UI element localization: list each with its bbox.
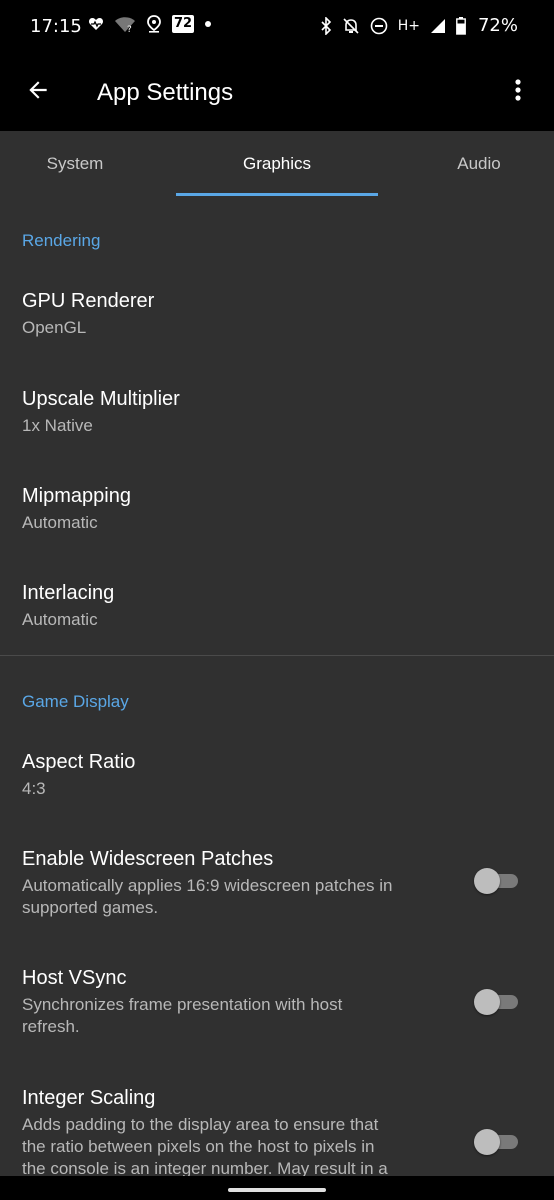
pref-summary-line: supported games. — [22, 898, 159, 917]
system-nav-bar — [0, 1176, 554, 1200]
status-time: 17:15 — [30, 16, 82, 37]
signal-icon — [430, 18, 446, 34]
pref-aspect-ratio[interactable]: Aspect Ratio 4:3 — [0, 727, 554, 825]
bell-off-icon — [342, 17, 360, 35]
pref-summary-line: Adds padding to the display area to ensu… — [22, 1115, 379, 1134]
pref-widescreen-patches[interactable]: Enable Widescreen Patches Automatically … — [0, 825, 554, 945]
pref-summary: OpenGL — [22, 318, 87, 337]
pref-summary: Automatic — [22, 513, 98, 532]
toggle-thumb — [474, 989, 500, 1015]
back-button[interactable] — [16, 70, 60, 114]
pref-integer-scaling[interactable]: Integer Scaling Adds padding to the disp… — [0, 1065, 554, 1178]
pref-summary: 4:3 — [22, 779, 46, 798]
heart-monitor-icon — [88, 16, 104, 32]
pref-title: Upscale Multiplier — [22, 388, 180, 410]
wifi-question-icon: ? — [114, 15, 136, 33]
pref-title: Integer Scaling — [22, 1087, 156, 1109]
status-left-icons: ? 72 — [88, 15, 212, 33]
tab-bar: System Graphics Audio — [0, 131, 554, 196]
toggle-thumb — [474, 1129, 500, 1155]
pref-title: Interlacing — [22, 582, 115, 604]
pref-mipmapping[interactable]: Mipmapping Automatic — [0, 462, 554, 560]
tab-graphics[interactable]: Graphics — [176, 131, 378, 196]
pref-title: GPU Renderer — [22, 290, 155, 312]
pref-summary-line: Synchronizes frame presentation with hos… — [22, 995, 343, 1014]
section-header-rendering: Rendering — [22, 231, 101, 250]
home-gesture-handle[interactable] — [228, 1188, 326, 1192]
tab-audio[interactable]: Audio — [404, 131, 554, 196]
tab-indicator — [176, 193, 378, 196]
pref-gpu-renderer[interactable]: GPU Renderer OpenGL — [0, 266, 554, 364]
battery-percent: 72% — [477, 15, 518, 36]
section-divider — [0, 655, 554, 656]
pref-title: Aspect Ratio — [22, 751, 136, 773]
app-bar: App Settings — [0, 56, 554, 131]
network-type-label: H+ — [397, 17, 420, 34]
bluetooth-icon — [320, 16, 332, 35]
status-right-icons: H+ 72% — [320, 15, 518, 36]
status-bar: 17:15 ? 72 H+ 72% — [0, 0, 554, 56]
section-header-game-display: Game Display — [22, 692, 129, 711]
pref-interlacing[interactable]: Interlacing Automatic — [0, 560, 554, 656]
pref-summary-line: Automatically applies 16:9 widescreen pa… — [22, 876, 393, 895]
svg-text:?: ? — [127, 25, 132, 33]
overflow-menu-button[interactable] — [496, 70, 540, 114]
dot-icon — [204, 20, 212, 28]
pref-upscale-multiplier[interactable]: Upscale Multiplier 1x Native — [0, 364, 554, 462]
pref-summary-line: refresh. — [22, 1017, 80, 1036]
host-vsync-toggle[interactable] — [474, 989, 518, 1015]
badge-72-icon: 72 — [172, 15, 195, 33]
pref-summary: 1x Native — [22, 416, 93, 435]
pref-summary: Automatic — [22, 610, 98, 629]
battery-icon — [456, 16, 466, 35]
toggle-thumb — [474, 868, 500, 894]
integer-scaling-toggle[interactable] — [474, 1129, 518, 1155]
pref-host-vsync[interactable]: Host VSync Synchronizes frame presentati… — [0, 945, 554, 1065]
pref-title: Mipmapping — [22, 485, 131, 507]
pref-title: Enable Widescreen Patches — [22, 848, 274, 870]
tab-system[interactable]: System — [0, 131, 150, 196]
more-vert-icon — [514, 78, 522, 106]
widescreen-patches-toggle[interactable] — [474, 868, 518, 894]
arrow-left-icon — [25, 77, 51, 107]
do-not-disturb-icon — [370, 17, 388, 35]
pref-summary-line: the ratio between pixels on the host to … — [22, 1137, 375, 1156]
page-title: App Settings — [97, 79, 234, 106]
location-icon — [146, 15, 162, 33]
pref-title: Host VSync — [22, 967, 127, 989]
